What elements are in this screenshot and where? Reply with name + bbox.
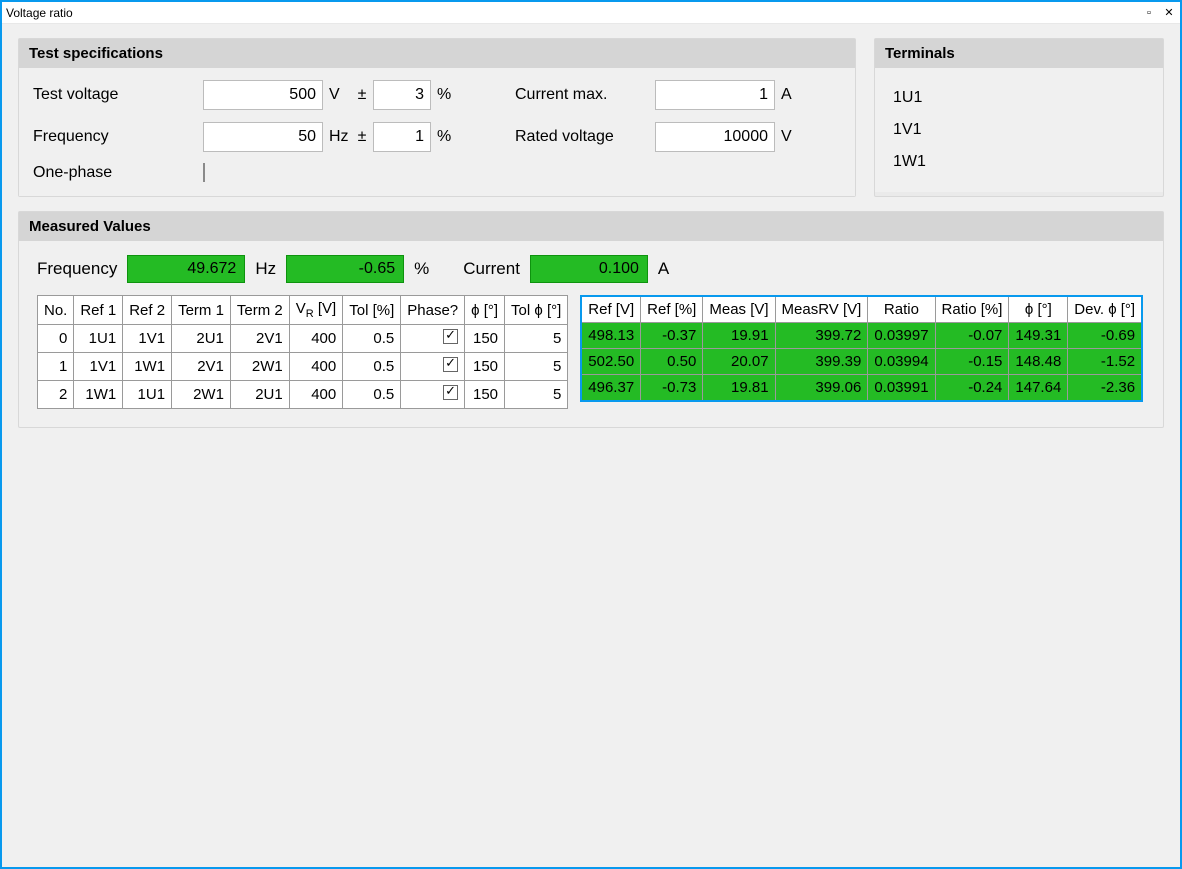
unit-frequency-tol: % [431,128,455,146]
close-icon[interactable]: ✕ [1162,6,1176,20]
phase-checkbox[interactable] [443,329,458,344]
terminals-panel: Terminals 1U1 1V1 1W1 [874,38,1164,197]
label-one-phase: One-phase [33,164,203,182]
label-current-max: Current max. [515,86,655,104]
config-table[interactable]: No. Ref 1 Ref 2 Term 1 Term 2 VR [V] Tol… [37,295,568,409]
col-tol: Tol [%] [343,296,401,325]
col-ratio: Ratio [868,296,935,323]
col-term2: Term 2 [230,296,289,325]
terminal-item: 1U1 [893,82,1145,114]
col-refp: Ref [%] [641,296,703,323]
window-title: Voltage ratio [6,6,1142,20]
test-voltage-input[interactable] [203,80,323,110]
unit-voltage: V [323,86,351,104]
test-voltage-tol-input[interactable] [373,80,431,110]
unit-rated-voltage: V [775,128,797,146]
phase-checkbox[interactable] [443,385,458,400]
col-measrv: MeasRV [V] [775,296,868,323]
col-ratiop: Ratio [%] [935,296,1009,323]
col-devphi: Dev. ϕ [°] [1068,296,1142,323]
maximize-icon[interactable]: ▫ [1142,6,1156,20]
col-meas: Meas [V] [703,296,775,323]
results-table[interactable]: Ref [V] Ref [%] Meas [V] MeasRV [V] Rati… [580,295,1143,402]
col-rphi: ϕ [°] [1009,296,1068,323]
label-frequency: Frequency [33,128,203,146]
unit-voltage-tol: % [431,86,455,104]
mv-frequency-value: 49.672 [127,255,245,283]
table-row: 502.500.5020.07399.390.03994-0.15148.48-… [581,349,1142,375]
col-no: No. [38,296,74,325]
table-row[interactable]: 01U11V12U12V14000.51505 [38,325,568,353]
col-phi: ϕ [°] [465,296,505,325]
measured-values-panel: Measured Values Frequency 49.672 Hz -0.6… [18,211,1164,428]
label-mv-current: Current [463,259,520,279]
mv-pct-value: -0.65 [286,255,404,283]
table-row: 498.13-0.3719.91399.720.03997-0.07149.31… [581,323,1142,349]
label-rated-voltage: Rated voltage [515,128,655,146]
frequency-tol-input[interactable] [373,122,431,152]
col-ref2: Ref 2 [123,296,172,325]
col-term1: Term 1 [172,296,231,325]
col-phase: Phase? [401,296,465,325]
measured-values-header: Measured Values [19,212,1163,241]
unit-pct: % [414,259,429,279]
unit-frequency: Hz [323,128,351,146]
test-specifications-header: Test specifications [19,39,855,68]
table-row[interactable]: 11V11W12V12W14000.51505 [38,353,568,381]
table-row[interactable]: 21W11U12W12U14000.51505 [38,381,568,409]
label-test-voltage: Test voltage [33,86,203,104]
col-vr: VR [V] [289,296,342,325]
mv-current-value: 0.100 [530,255,648,283]
phase-checkbox[interactable] [443,357,458,372]
unit-amp: A [658,259,669,279]
titlebar-controls: ▫ ✕ [1142,6,1176,20]
current-max-input[interactable] [655,80,775,110]
label-mv-frequency: Frequency [37,259,117,279]
terminals-list: 1U1 1V1 1W1 [875,68,1163,192]
col-refv: Ref [V] [581,296,640,323]
col-tolphi: Tol ϕ [°] [505,296,568,325]
test-specifications-panel: Test specifications Test voltage V ± % C… [18,38,856,197]
table-row: 496.37-0.7319.81399.060.03991-0.24147.64… [581,375,1142,402]
plusminus-1: ± [351,86,373,104]
one-phase-checkbox[interactable] [203,163,205,182]
terminal-item: 1V1 [893,114,1145,146]
frequency-input[interactable] [203,122,323,152]
titlebar: Voltage ratio ▫ ✕ [2,2,1180,24]
terminal-item: 1W1 [893,146,1145,178]
terminals-header: Terminals [875,39,1163,68]
unit-current-max: A [775,86,797,104]
rated-voltage-input[interactable] [655,122,775,152]
col-ref1: Ref 1 [74,296,123,325]
unit-hz: Hz [255,259,276,279]
window: Voltage ratio ▫ ✕ Test specifications Te… [0,0,1182,869]
plusminus-2: ± [351,128,373,146]
content-area: Test specifications Test voltage V ± % C… [2,24,1180,867]
